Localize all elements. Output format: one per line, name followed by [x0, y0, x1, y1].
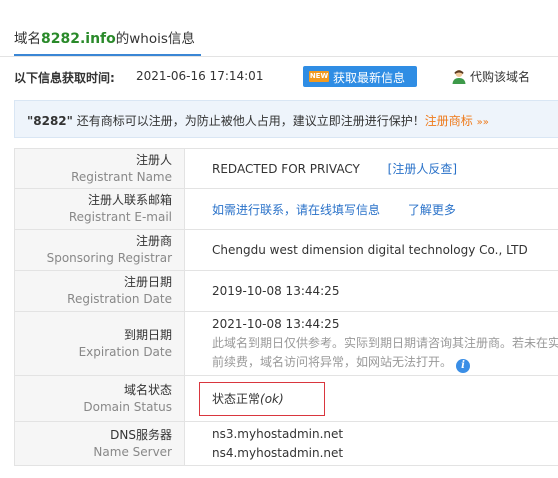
registration-date-value: 2019-10-08 13:44:25 [212, 284, 340, 298]
notice-text-wrap: "8282" 还有商标可以注册，为防止被他人占用，建议立即注册进行保护！注册商标… [27, 112, 489, 129]
buy-agent-link[interactable]: 代购该域名 [452, 68, 530, 85]
ns-label-cn: DNS服务器 [110, 427, 172, 442]
trademark-notice: "8282" 还有商标可以注册，为防止被他人占用，建议立即注册进行保护！注册商标… [14, 100, 558, 138]
name-server-1: ns3.myhostadmin.net [212, 426, 344, 441]
value-cell: Chengdu west dimension digital technolog… [184, 229, 558, 271]
key-cell: 注册人 Registrant Name [14, 148, 185, 189]
notice-quoted-name: "8282" [27, 114, 73, 128]
row-registrar: 注册商 Sponsoring Registrar Chengdu west di… [14, 229, 558, 271]
status-label-cn: 域名状态 [123, 382, 172, 397]
status-badge: 状态正常(ok) [199, 381, 325, 416]
key-cell: 注册商 Sponsoring Registrar [14, 229, 185, 271]
name-server-2: ns4.myhostadmin.net [212, 445, 344, 460]
tab-whois-info[interactable]: 域名8282.info的whois信息 [14, 27, 201, 56]
fetch-time-value: 2021-06-16 17:14:01 [136, 69, 264, 83]
learn-more-link[interactable]: 了解更多 [408, 203, 456, 217]
key-cell: 到期日期 Expiration Date [14, 311, 185, 376]
expiration-date-label-cn: 到期日期 [123, 327, 172, 342]
register-trademark-link[interactable]: 注册商标 [425, 114, 473, 128]
registrar-label-cn: 注册商 [135, 234, 172, 248]
fetch-info-row: 以下信息获取时间: 2021-06-16 17:14:01 NEW 获取最新信息… [14, 66, 558, 88]
row-domain-status: 域名状态 Domain Status 状态正常(ok) [14, 375, 558, 422]
registrant-reverse-lookup-link[interactable]: [注册人反查] [388, 162, 457, 176]
tab-bar: 域名8282.info的whois信息 [0, 0, 558, 57]
key-cell: 注册人联系邮箱 Registrant E-mail [14, 188, 185, 230]
notice-text: 还有商标可以注册，为防止被他人占用，建议立即注册进行保护！ [72, 114, 425, 128]
key-cell: 注册日期 Registration Date [14, 270, 185, 312]
value-cell: 如需进行联系，请在线填写信息 了解更多 [184, 188, 558, 230]
key-cell: DNS服务器 Name Server [14, 421, 185, 466]
user-avatar-icon [452, 69, 466, 84]
fetch-time-label: 以下信息获取时间: [14, 71, 115, 85]
status-label-en: Domain Status [83, 399, 172, 414]
new-badge-icon: NEW [309, 71, 329, 82]
ns-label-en: Name Server [93, 444, 172, 459]
row-name-server: DNS服务器 Name Server ns3.myhostadmin.net n… [14, 421, 558, 466]
contact-online-link[interactable]: 如需进行联系，请在线填写信息 [212, 203, 380, 217]
registrar-value: Chengdu west dimension digital technolog… [212, 243, 528, 257]
registration-date-label-en: Registration Date [67, 292, 172, 306]
status-value: 状态正常 [212, 391, 261, 406]
refresh-label: 获取最新信息 [333, 71, 406, 85]
value-cell: 2021-10-08 13:44:25 此域名到期日仅供参考。实际到期日期请咨询… [184, 311, 558, 376]
tab-prefix: 域名 [14, 31, 41, 47]
registrant-value: REDACTED FOR PRIVACY [212, 162, 360, 176]
status-code: (ok) [260, 391, 284, 406]
row-registrant: 注册人 Registrant Name REDACTED FOR PRIVACY… [14, 148, 558, 189]
expiration-date-value: 2021-10-08 13:44:25 [212, 316, 340, 331]
double-chevron-icon: »» [476, 117, 489, 128]
registration-date-label-cn: 注册日期 [123, 275, 172, 289]
registrant-label-cn: 注册人 [135, 152, 172, 167]
value-cell: 状态正常(ok) [184, 375, 558, 422]
email-label-cn: 注册人联系邮箱 [87, 193, 172, 207]
refresh-latest-button[interactable]: NEW 获取最新信息 [303, 66, 417, 87]
row-registration-date: 注册日期 Registration Date 2019-10-08 13:44:… [14, 270, 558, 312]
email-label-en: Registrant E-mail [68, 210, 172, 224]
buy-agent-label: 代购该域名 [470, 70, 531, 84]
tab-domain: 8282.info [41, 31, 116, 47]
value-cell: 2019-10-08 13:44:25 [184, 270, 558, 312]
value-cell: REDACTED FOR PRIVACY [注册人反查] [184, 148, 558, 189]
whois-table: 注册人 Registrant Name REDACTED FOR PRIVACY… [14, 148, 558, 466]
registrar-label-en: Sponsoring Registrar [46, 251, 172, 265]
info-circle-icon[interactable]: i [456, 358, 471, 373]
tab-suffix: 的whois信息 [115, 31, 195, 47]
registrant-label-en: Registrant Name [71, 169, 172, 184]
expiration-date-label-en: Expiration Date [78, 344, 172, 359]
row-registrant-email: 注册人联系邮箱 Registrant E-mail 如需进行联系，请在线填写信息… [14, 188, 558, 230]
value-cell: ns3.myhostadmin.net ns4.myhostadmin.net [184, 421, 558, 466]
expiration-note-line2: 前续费，域名访问将异常，如网站无法打开。 [212, 354, 453, 369]
expiration-note-line1: 此域名到期日仅供参考。实际到期日期请咨询其注册商。若未在实际 [212, 335, 558, 350]
row-expiration-date: 到期日期 Expiration Date 2021-10-08 13:44:25… [14, 311, 558, 376]
key-cell: 域名状态 Domain Status [14, 375, 185, 422]
